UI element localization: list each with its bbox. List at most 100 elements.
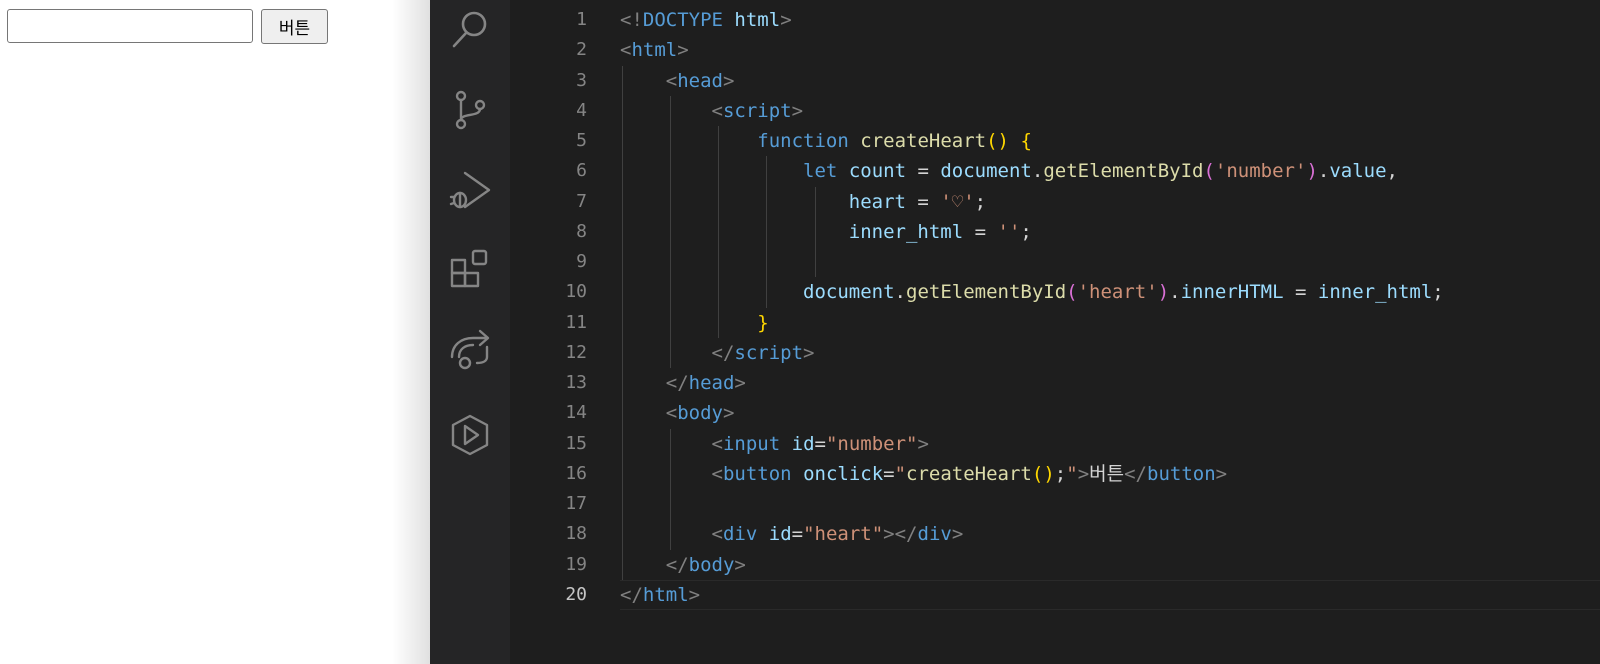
code-token: > xyxy=(722,402,735,425)
line-number: 20 xyxy=(565,583,587,605)
code-token: ; xyxy=(1020,220,1032,243)
line-number: 2 xyxy=(576,39,587,61)
play-icon[interactable] xyxy=(445,410,495,460)
live-share-icon[interactable] xyxy=(445,325,495,375)
code-token: </ xyxy=(620,583,643,606)
code-token: head xyxy=(677,69,723,92)
code-token: ( xyxy=(1203,160,1215,183)
code-line: <button onclick="createHeart();">버튼</but… xyxy=(620,459,1228,489)
code-line: </body> xyxy=(620,550,746,580)
code-token: </ xyxy=(665,553,689,576)
heart-button[interactable]: 버튼 xyxy=(261,9,328,44)
line-number: 7 xyxy=(576,190,587,212)
code-token: ; xyxy=(1432,281,1444,304)
run-debug-icon[interactable] xyxy=(445,165,495,215)
code-token: ; xyxy=(974,190,987,213)
line-number: 3 xyxy=(576,69,587,91)
line-number: 4 xyxy=(576,99,587,121)
code-token: '' xyxy=(997,220,1021,243)
code-token: "number" xyxy=(825,432,918,455)
code-line: function createHeart() { xyxy=(620,126,1032,156)
code-token: button xyxy=(722,462,792,485)
code-token: = xyxy=(814,432,826,455)
line-number: 9 xyxy=(576,251,587,272)
indent-guide xyxy=(670,95,671,368)
code-token: ; xyxy=(1054,462,1067,485)
code-token: value xyxy=(1329,160,1387,183)
code-token: } xyxy=(757,311,769,334)
code-area[interactable]: <!DOCTYPE html> <html> <head> <script> fu… xyxy=(620,0,1600,664)
code-line: <body> xyxy=(620,398,735,428)
code-token: div xyxy=(722,523,758,546)
code-line: </head> xyxy=(620,368,746,398)
code-token: '♡' xyxy=(940,190,975,213)
code-token: html xyxy=(642,583,689,606)
line-number: 10 xyxy=(565,281,587,303)
browser-preview: 버튼 xyxy=(0,0,430,664)
code-token: > xyxy=(1215,462,1228,485)
code-line: <input id="number"> xyxy=(620,429,929,459)
line-number: 19 xyxy=(565,553,587,575)
search-icon[interactable] xyxy=(445,5,495,55)
code-token: > xyxy=(734,372,746,394)
code-token: </ xyxy=(711,341,735,364)
code-token: inner_html xyxy=(1317,281,1433,304)
code-line: </script> xyxy=(620,338,815,368)
code-token: createHeart xyxy=(860,130,987,152)
code-token: > xyxy=(917,432,929,455)
code-token: > xyxy=(688,583,701,606)
code-token: 'heart' xyxy=(1077,281,1158,304)
code-token: = xyxy=(963,220,998,243)
line-number: 14 xyxy=(565,402,587,424)
code-token: = xyxy=(906,160,941,183)
code-token: < xyxy=(665,69,678,92)
number-input[interactable] xyxy=(7,9,253,43)
code-token: > xyxy=(951,523,964,546)
code-token: () xyxy=(1031,462,1055,485)
extensions-icon[interactable] xyxy=(445,245,495,295)
code-token: function xyxy=(757,130,849,152)
code-token: < xyxy=(711,432,723,455)
code-token: DOCTYPE xyxy=(642,9,723,31)
indent-guide xyxy=(670,428,671,550)
code-token: = xyxy=(905,190,941,213)
code-token: = xyxy=(1283,281,1318,304)
code-token: document xyxy=(803,281,895,304)
code-token: 버튼 xyxy=(1089,462,1125,485)
code-token: html xyxy=(734,9,781,31)
code-token: = xyxy=(791,523,804,546)
code-line: heart = '♡'; xyxy=(620,187,986,217)
activity-bar xyxy=(430,0,510,664)
line-number: 11 xyxy=(565,311,587,333)
code-line: inner_html = ''; xyxy=(620,217,1032,247)
indent-guide xyxy=(718,126,719,338)
line-number: 12 xyxy=(565,341,587,363)
line-number: 17 xyxy=(565,493,587,514)
code-token: , xyxy=(1386,160,1398,183)
line-number: 8 xyxy=(576,220,587,242)
line-number-gutter: 1 2 3 4 5 6 7 8 9 10 11 12 13 14 15 16 17 18 19 20 xyxy=(510,0,620,664)
code-token: () xyxy=(986,130,1009,152)
indent-guide xyxy=(622,65,623,580)
code-line: <html> xyxy=(620,35,689,65)
code-token: 'number' xyxy=(1214,160,1307,183)
line-number: 1 xyxy=(576,9,587,30)
code-token: button xyxy=(1147,462,1216,485)
line-number: 13 xyxy=(565,372,587,393)
code-token: > xyxy=(803,341,815,364)
code-token: . xyxy=(1031,160,1044,183)
code-token: < xyxy=(711,462,723,485)
code-token: . xyxy=(1169,281,1181,304)
code-token: head xyxy=(688,372,735,394)
source-control-icon[interactable] xyxy=(445,85,495,135)
line-number: 18 xyxy=(565,523,587,545)
code-line: <div id="heart"></div> xyxy=(620,519,964,549)
